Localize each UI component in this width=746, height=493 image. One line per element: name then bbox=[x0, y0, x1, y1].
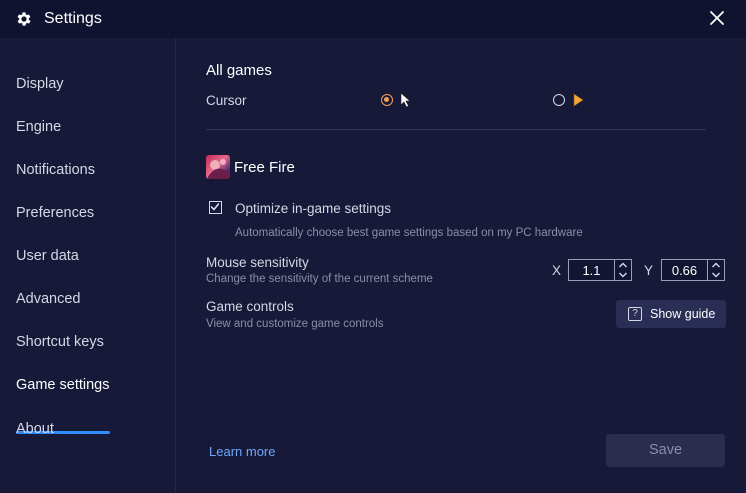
sidebar-item-notifications[interactable]: Notifications bbox=[16, 162, 95, 178]
sidebar-item-about[interactable]: About bbox=[16, 421, 54, 437]
sensitivity-y-value[interactable]: 0.66 bbox=[662, 263, 707, 278]
sensitivity-x-value[interactable]: 1.1 bbox=[569, 263, 614, 278]
free-fire-game-icon bbox=[206, 155, 230, 179]
show-guide-label: Show guide bbox=[650, 307, 716, 321]
close-icon[interactable] bbox=[706, 7, 728, 29]
game-cursor-icon bbox=[573, 93, 584, 107]
show-guide-button[interactable]: ? Show guide bbox=[616, 300, 726, 328]
mouse-sensitivity-description: Change the sensitivity of the current sc… bbox=[206, 273, 433, 285]
x-axis-label: X bbox=[552, 263, 562, 278]
cursor-option-game-radio[interactable] bbox=[553, 94, 565, 106]
sidebar-item-user-data[interactable]: User data bbox=[16, 248, 79, 264]
chevron-down-icon[interactable] bbox=[708, 270, 724, 280]
sensitivity-y-stepper[interactable]: 0.66 bbox=[661, 259, 725, 281]
sidebar-item-game-settings[interactable]: Game settings bbox=[16, 377, 110, 393]
cursor-option-default-radio[interactable] bbox=[381, 94, 393, 106]
chevron-up-icon[interactable] bbox=[708, 260, 724, 270]
section-title: All games bbox=[206, 62, 272, 79]
game-controls-label: Game controls bbox=[206, 299, 294, 314]
window-title: Settings bbox=[44, 10, 102, 27]
cursor-label: Cursor bbox=[206, 93, 247, 108]
checkmark-icon bbox=[210, 203, 220, 211]
mouse-sensitivity-label: Mouse sensitivity bbox=[206, 255, 309, 270]
sidebar-item-display[interactable]: Display bbox=[16, 76, 64, 92]
main-panel: All games Cursor Free Fire Optimize in-g… bbox=[176, 38, 746, 493]
learn-more-link[interactable]: Learn more bbox=[209, 444, 275, 459]
chevron-up-icon[interactable] bbox=[615, 260, 631, 270]
section-divider bbox=[206, 129, 706, 130]
sensitivity-x-stepper[interactable]: 1.1 bbox=[568, 259, 632, 281]
game-controls-description: View and customize game controls bbox=[206, 318, 384, 330]
question-icon: ? bbox=[628, 307, 642, 321]
save-label: Save bbox=[648, 442, 683, 458]
optimize-description: Automatically choose best game settings … bbox=[235, 227, 583, 239]
sidebar-item-shortcut-keys[interactable]: Shortcut keys bbox=[16, 334, 104, 350]
optimize-checkbox[interactable] bbox=[209, 201, 222, 214]
mouse-pointer-icon bbox=[400, 92, 411, 108]
save-button[interactable]: Save bbox=[606, 434, 725, 467]
sidebar-item-advanced[interactable]: Advanced bbox=[16, 291, 81, 307]
title-bar: Settings bbox=[0, 0, 746, 38]
sidebar-item-preferences[interactable]: Preferences bbox=[16, 205, 94, 221]
sidebar: Display Engine Notifications Preferences… bbox=[0, 38, 176, 493]
gear-icon bbox=[17, 12, 31, 26]
y-axis-label: Y bbox=[644, 263, 654, 278]
game-name: Free Fire bbox=[234, 159, 295, 176]
sidebar-item-engine[interactable]: Engine bbox=[16, 119, 61, 135]
chevron-down-icon[interactable] bbox=[615, 270, 631, 280]
optimize-label: Optimize in-game settings bbox=[235, 201, 392, 216]
